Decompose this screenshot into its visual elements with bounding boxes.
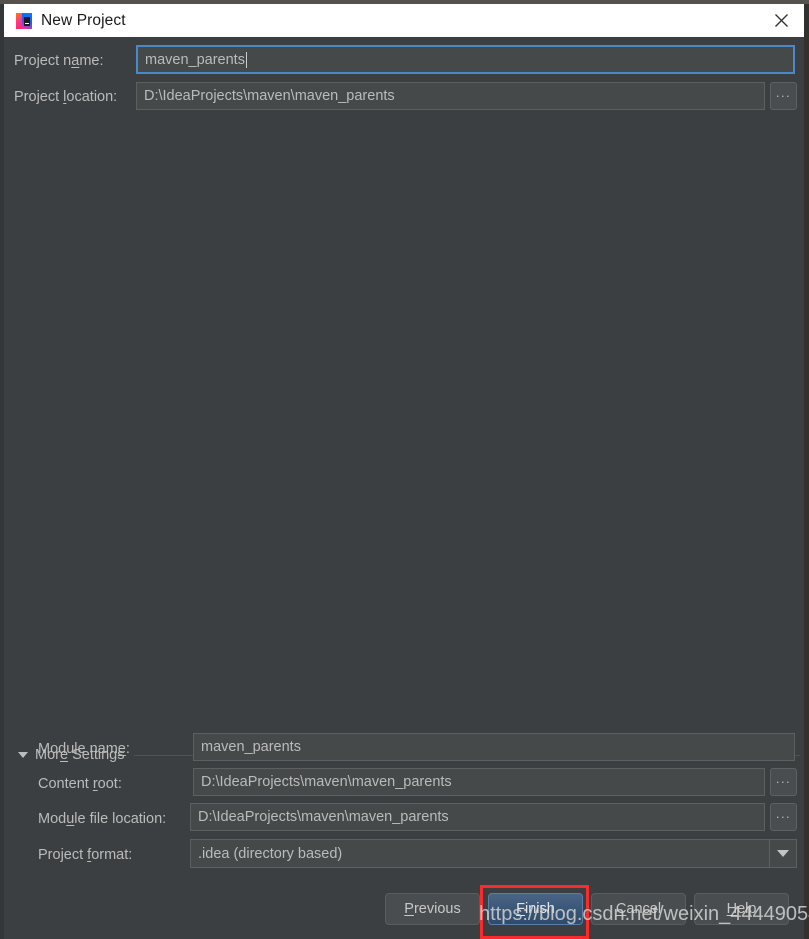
text-caret: [245, 51, 247, 68]
project-name-input[interactable]: maven_parents: [136, 45, 795, 74]
dialog-content: Project name: maven_parents Project loca…: [4, 37, 804, 935]
content-root-label: Content root:: [38, 776, 122, 792]
module-name-input[interactable]: maven_parents: [193, 733, 795, 761]
module-name-value: maven_parents: [201, 739, 301, 755]
project-location-input[interactable]: D:\IdeaProjects\maven\maven_parents: [136, 82, 765, 110]
module-file-location-value: D:\IdeaProjects\maven\maven_parents: [198, 809, 449, 825]
project-name-label: Project name:: [14, 53, 104, 69]
new-project-dialog: New Project Project name: maven_parents …: [0, 0, 809, 939]
module-name-label: Module name:: [38, 741, 130, 757]
dialog-titlebar: New Project: [4, 4, 804, 37]
project-location-value: D:\IdeaProjects\maven\maven_parents: [144, 88, 395, 104]
project-location-browse-button[interactable]: ...: [770, 82, 797, 110]
triangle-down-icon: [18, 752, 28, 758]
content-root-value: D:\IdeaProjects\maven\maven_parents: [201, 774, 452, 790]
window-edge-right: [804, 4, 809, 939]
module-file-location-label: Module file location:: [38, 811, 167, 827]
project-format-value: .idea (directory based): [198, 845, 343, 862]
content-root-input[interactable]: D:\IdeaProjects\maven\maven_parents: [193, 768, 765, 796]
chevron-down-icon[interactable]: [769, 840, 796, 867]
project-format-label: Project format:: [38, 847, 133, 863]
watermark-text: https://blog.csdn.net/weixin_44449054: [479, 903, 809, 925]
module-file-location-input[interactable]: D:\IdeaProjects\maven\maven_parents: [190, 803, 765, 831]
intellij-idea-logo-icon: [16, 12, 32, 29]
dialog-title: New Project: [41, 11, 126, 29]
project-location-label: Project location:: [14, 89, 118, 105]
module-file-location-browse-button[interactable]: ...: [770, 803, 797, 831]
close-icon[interactable]: [758, 4, 804, 37]
content-root-browse-button[interactable]: ...: [770, 768, 797, 796]
project-format-select[interactable]: .idea (directory based): [190, 839, 797, 868]
previous-button[interactable]: Previous: [385, 893, 480, 925]
project-name-value: maven_parents: [145, 51, 245, 68]
